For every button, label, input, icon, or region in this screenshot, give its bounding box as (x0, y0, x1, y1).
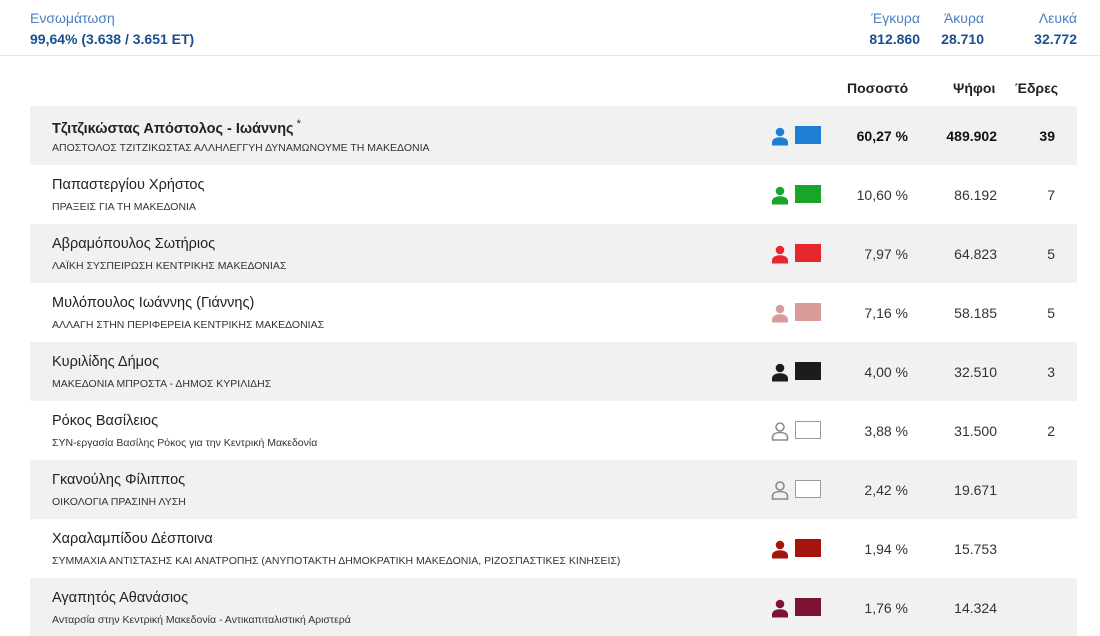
vote-percent: 1,94 % (864, 541, 908, 557)
party-color-swatch (795, 480, 821, 498)
candidate-name: Αγαπητός Αθανάσιος (52, 590, 188, 606)
vote-percent: 10,60 % (856, 187, 908, 203)
party-name: ΑΠΟΣΤΟΛΟΣ ΤΖΙΤΖΙΚΩΣΤΑΣ ΑΛΛΗΛΕΓΓΥΗ ΔΥΝΑΜΩ… (52, 142, 430, 154)
person-icon (770, 126, 790, 146)
candidate-row[interactable]: Τζιτζικώστας Απόστολος - Ιωάννης * ΑΠΟΣΤΟΛ… (30, 106, 1077, 165)
candidate-name: Τζιτζικώστας Απόστολος - Ιωάννης * (52, 118, 301, 137)
blank-votes-stat: Λευκά 32.772 (1034, 9, 1077, 48)
vote-percent: 4,00 % (864, 364, 908, 380)
candidate-row[interactable]: Χαραλαμπίδου Δέσποινα ΣΥΜΜΑΧΙΑ ΑΝΤΙΣΤΑΣΗΣ… (30, 519, 1077, 578)
vote-percent: 7,97 % (864, 246, 908, 262)
results-table: Τζιτζικώστας Απόστολος - Ιωάννης * ΑΠΟΣΤΟΛ… (30, 106, 1077, 636)
vote-count: 64.823 (954, 246, 997, 262)
candidate-row[interactable]: Παπαστεργίου Χρήστος ΠΡΑΞΕΙΣ ΓΙΑ ΤΗ ΜΑΚΕΔ… (30, 165, 1077, 224)
candidate-name-text: Ρόκος Βασίλειος (52, 413, 159, 429)
party-name: Ανταρσία στην Κεντρική Μακεδονία - Αντικ… (52, 614, 351, 626)
candidate-name-text: Γκανούλης Φίλιππος (52, 472, 186, 488)
column-header-percent: Ποσοστό (847, 80, 909, 96)
vote-count: 58.185 (954, 305, 997, 321)
vote-count: 14.324 (954, 600, 997, 616)
party-color-swatch (795, 362, 821, 380)
candidate-name: Χαραλαμπίδου Δέσποινα (52, 531, 213, 547)
party-color-swatch (795, 539, 821, 557)
person-icon (770, 244, 790, 264)
integration-label: Ενσωμάτωση (30, 10, 115, 26)
invalid-votes-value: 28.710 (941, 31, 984, 47)
summary-bar: Ενσωμάτωση 99,64% (3.638 / 3.651 ΕΤ) Έγκ… (0, 0, 1100, 56)
party-name: ΜΑΚΕΔΟΝΙΑ ΜΠΡΟΣΤΑ - ΔΗΜΟΣ ΚΥΡΙΛΙΔΗΣ (52, 378, 272, 390)
candidate-name: Κυριλίδης Δήμος (52, 354, 159, 370)
candidate-row[interactable]: Μυλόπουλος Ιωάννης (Γιάννης) ΑΛΛΑΓΗ ΣΤΗΝ … (30, 283, 1077, 342)
blank-votes-label: Λευκά (1038, 10, 1077, 26)
invalid-votes-label: Άκυρα (943, 10, 984, 26)
party-name: ΠΡΑΞΕΙΣ ΓΙΑ ΤΗ ΜΑΚΕΔΟΝΙΑ (52, 201, 196, 213)
person-outline-icon (770, 421, 790, 441)
candidate-row[interactable]: Κυριλίδης Δήμος ΜΑΚΕΔΟΝΙΑ ΜΠΡΟΣΤΑ - ΔΗΜΟΣ… (30, 342, 1077, 401)
vote-count: 15.753 (954, 541, 997, 557)
candidate-name-text: Παπαστεργίου Χρήστος (52, 177, 205, 193)
candidate-name-text: Αβραμόπουλος Σωτήριος (52, 236, 216, 252)
integration-stat: Ενσωμάτωση 99,64% (3.638 / 3.651 ΕΤ) (30, 9, 194, 48)
party-color-swatch (795, 185, 821, 203)
party-color-swatch (795, 421, 821, 439)
person-icon (770, 303, 790, 323)
vote-percent: 1,76 % (864, 600, 908, 616)
candidate-name-text: Αγαπητός Αθανάσιος (52, 590, 189, 606)
vote-count: 489.902 (946, 128, 997, 144)
candidate-name: Μυλόπουλος Ιωάννης (Γιάννης) (52, 295, 254, 311)
seat-count: 7 (1047, 187, 1055, 203)
seat-count: 2 (1047, 423, 1055, 439)
seat-count: 39 (1039, 128, 1055, 144)
invalid-votes-stat: Άκυρα 28.710 (941, 9, 984, 48)
party-color-swatch (795, 303, 821, 321)
party-name: ΣΥΝ-εργασία Βασίλης Ρόκος για την Κεντρι… (52, 437, 318, 449)
valid-votes-stat: Έγκυρα 812.860 (869, 9, 920, 48)
vote-count: 31.500 (954, 423, 997, 439)
valid-votes-label: Έγκυρα (871, 10, 920, 26)
candidate-name: Ρόκος Βασίλειος (52, 413, 158, 429)
seat-count: 5 (1047, 305, 1055, 321)
candidate-name: Γκανούλης Φίλιππος (52, 472, 185, 488)
vote-percent: 2,42 % (864, 482, 908, 498)
vote-percent: 3,88 % (864, 423, 908, 439)
party-color-swatch (795, 244, 821, 262)
incumbent-marker: * (296, 118, 301, 130)
vote-percent: 60,27 % (856, 128, 908, 144)
candidate-name: Παπαστεργίου Χρήστος (52, 177, 204, 193)
vote-percent: 7,16 % (864, 305, 908, 321)
candidate-row[interactable]: Αβραμόπουλος Σωτήριος ΛΑΪΚΗ ΣΥΣΠΕΙΡΩΣΗ ΚΕ… (30, 224, 1077, 283)
party-color-swatch (795, 126, 821, 144)
blank-votes-value: 32.772 (1034, 31, 1077, 47)
party-name: ΟΙΚΟΛΟΓΙΑ ΠΡΑΣΙΝΗ ΛΥΣΗ (52, 496, 186, 508)
candidate-name: Αβραμόπουλος Σωτήριος (52, 236, 215, 252)
person-icon (770, 598, 790, 618)
party-name: ΣΥΜΜΑΧΙΑ ΑΝΤΙΣΤΑΣΗΣ ΚΑΙ ΑΝΑΤΡΟΠΗΣ (ΑΝΥΠΟ… (52, 555, 621, 567)
person-icon (770, 362, 790, 382)
party-name: ΛΑΪΚΗ ΣΥΣΠΕΙΡΩΣΗ ΚΕΝΤΡΙΚΗΣ ΜΑΚΕΔΟΝΙΑΣ (52, 260, 287, 272)
vote-count: 86.192 (954, 187, 997, 203)
person-icon (770, 185, 790, 205)
party-name: ΑΛΛΑΓΗ ΣΤΗΝ ΠΕΡΙΦΕΡΕΙΑ ΚΕΝΤΡΙΚΗΣ ΜΑΚΕΔΟΝ… (52, 319, 325, 331)
candidate-row[interactable]: Αγαπητός Αθανάσιος Ανταρσία στην Κεντρική… (30, 578, 1077, 636)
person-outline-icon (770, 480, 790, 500)
candidate-name-text: Τζιτζικώστας Απόστολος - Ιωάννης (52, 120, 294, 137)
column-header-seats: Έδρες (1015, 80, 1059, 96)
seat-count: 5 (1047, 246, 1055, 262)
candidate-row[interactable]: Ρόκος Βασίλειος ΣΥΝ-εργασία Βασίλης Ρόκος… (30, 401, 1077, 460)
party-color-swatch (795, 598, 821, 616)
column-header-votes: Ψήφοι (953, 80, 996, 96)
vote-count: 19.671 (954, 482, 997, 498)
candidate-name-text: Χαραλαμπίδου Δέσποινα (52, 531, 213, 547)
vote-count: 32.510 (954, 364, 997, 380)
person-icon (770, 539, 790, 559)
valid-votes-value: 812.860 (869, 31, 920, 47)
candidate-row[interactable]: Γκανούλης Φίλιππος ΟΙΚΟΛΟΓΙΑ ΠΡΑΣΙΝΗ ΛΥΣΗ… (30, 460, 1077, 519)
candidate-name-text: Κυριλίδης Δήμος (52, 354, 160, 370)
seat-count: 3 (1047, 364, 1055, 380)
candidate-name-text: Μυλόπουλος Ιωάννης (Γιάννης) (52, 295, 255, 311)
integration-value: 99,64% (3.638 / 3.651 ΕΤ) (30, 31, 195, 47)
